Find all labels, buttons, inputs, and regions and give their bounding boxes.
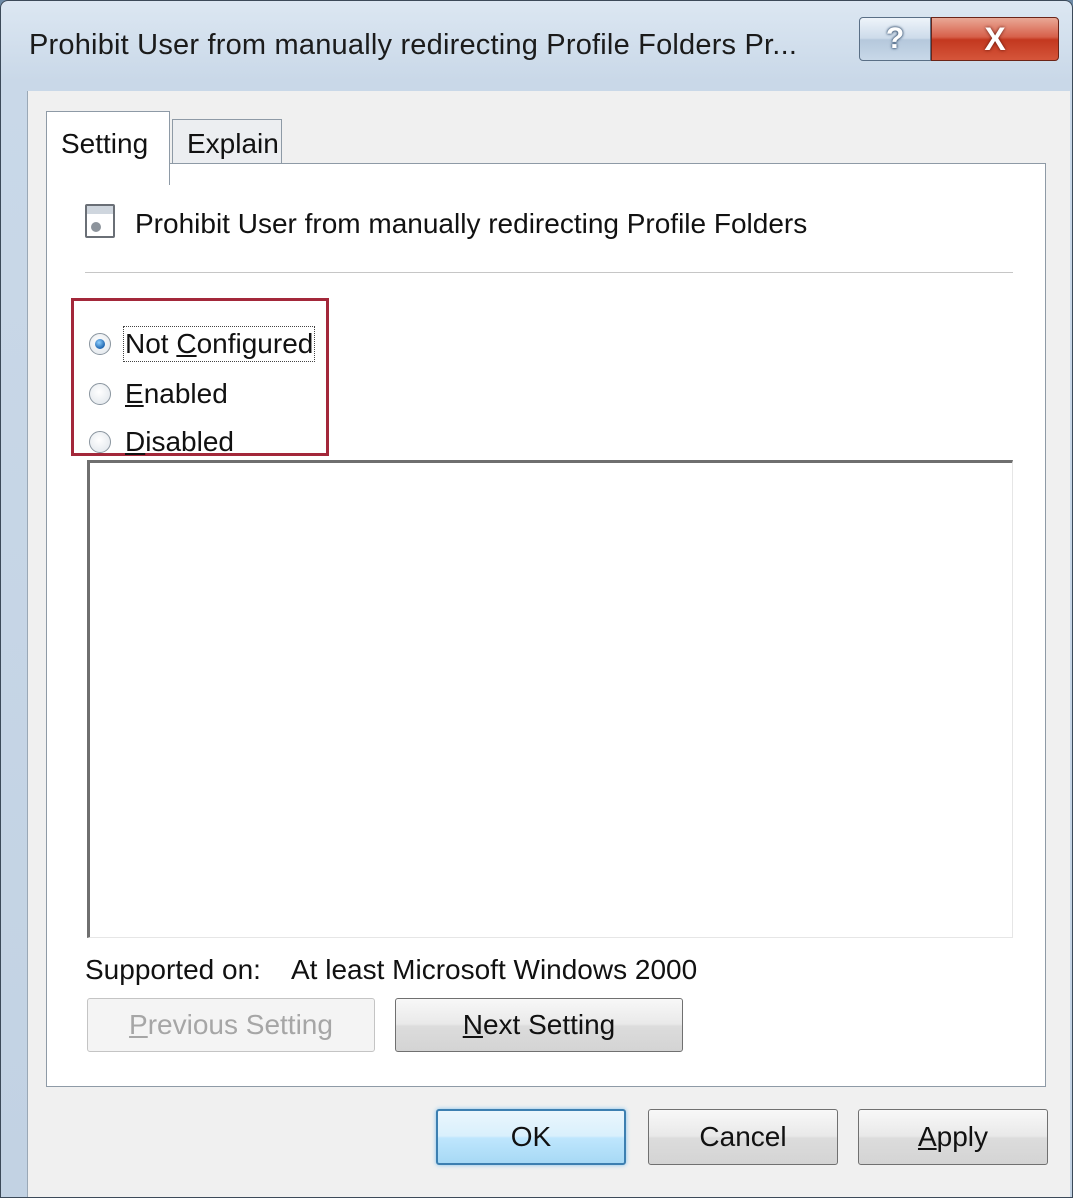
- title-bar[interactable]: Prohibit User from manually redirecting …: [1, 1, 1072, 91]
- dialog-client-area: Setting Explain Prohibit User from manua…: [27, 91, 1070, 1197]
- tab-setting-label: Setting: [61, 128, 149, 159]
- radio-unselected-icon: [89, 431, 111, 453]
- next-setting-button[interactable]: Next Setting: [395, 998, 683, 1052]
- radio-enabled-label: Enabled: [125, 378, 228, 409]
- previous-setting-button[interactable]: Previous Setting: [87, 998, 375, 1052]
- help-button[interactable]: ?: [859, 17, 931, 61]
- radio-disabled[interactable]: Disabled: [89, 422, 234, 462]
- supported-on-value: At least Microsoft Windows 2000: [291, 954, 698, 985]
- setting-tab-panel: Prohibit User from manually redirecting …: [46, 163, 1046, 1087]
- window-title: Prohibit User from manually redirecting …: [29, 29, 798, 61]
- supported-on-label: Supported on:: [85, 954, 261, 985]
- radio-not-configured[interactable]: Not Configured: [89, 324, 316, 364]
- radio-enabled[interactable]: Enabled: [89, 374, 228, 414]
- tab-setting[interactable]: Setting: [46, 111, 170, 185]
- apply-button[interactable]: Apply: [858, 1109, 1048, 1165]
- options-area[interactable]: [87, 460, 1013, 938]
- policy-setting-icon: [85, 204, 115, 238]
- policy-dialog-window: Prohibit User from manually redirecting …: [0, 0, 1073, 1198]
- close-icon: X: [984, 20, 1006, 57]
- radio-disabled-label: Disabled: [125, 426, 234, 457]
- tab-explain-label: Explain: [187, 128, 279, 159]
- radio-selected-icon: [89, 333, 111, 355]
- radio-not-configured-label: Not Configured: [122, 326, 316, 362]
- close-button[interactable]: X: [931, 17, 1059, 61]
- help-icon: ?: [885, 22, 905, 55]
- policy-name: Prohibit User from manually redirecting …: [135, 208, 808, 239]
- cancel-button[interactable]: Cancel: [648, 1109, 838, 1165]
- ok-button[interactable]: OK: [436, 1109, 626, 1165]
- tab-explain[interactable]: Explain: [172, 119, 282, 165]
- divider: [85, 272, 1013, 273]
- radio-unselected-icon: [89, 383, 111, 405]
